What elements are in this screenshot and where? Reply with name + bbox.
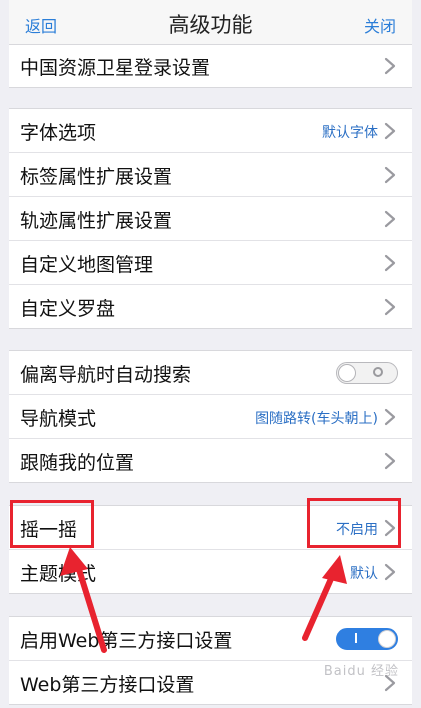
row-label: 自定义地图管理 (20, 254, 154, 276)
navigation-bar: 返回 高级功能 关闭 (9, 0, 412, 45)
web-api-toggle[interactable] (336, 628, 398, 650)
row-value: 图随路转(车头朝上) (255, 411, 378, 427)
row-navigation-mode[interactable]: 导航模式 图随路转(车头朝上) (9, 395, 412, 439)
watermark: Baidu 经验 (323, 664, 399, 679)
toggle-knob (378, 630, 396, 648)
screen: 返回 高级功能 关闭 中国资源卫星登录设置 字体选项 默认字体 标签属性扩展设置… (0, 0, 421, 708)
row-track-attributes[interactable]: 轨迹属性扩展设置 (9, 197, 412, 241)
page-title: 高级功能 (168, 13, 253, 37)
chevron-right-icon (384, 298, 396, 316)
row-font-options[interactable]: 字体选项 默认字体 (9, 109, 412, 153)
auto-search-toggle[interactable] (336, 362, 398, 384)
row-auto-search: 偏离导航时自动搜索 (9, 351, 412, 395)
row-enable-web-api: 启用Web第三方接口设置 (9, 617, 412, 661)
row-label: 主题模式 (20, 563, 97, 585)
toggle-knob (338, 364, 356, 382)
chevron-right-icon (384, 408, 396, 426)
close-button[interactable]: 关闭 (364, 13, 396, 37)
row-label: 偏离导航时自动搜索 (20, 364, 192, 386)
chevron-right-icon (384, 563, 396, 581)
row-custom-map[interactable]: 自定义地图管理 (9, 241, 412, 285)
row-theme-mode[interactable]: 主题模式 默认 (9, 550, 412, 593)
row-value: 默认字体 (322, 125, 378, 141)
row-satellite-login[interactable]: 中国资源卫星登录设置 (9, 45, 412, 87)
highlight-box-shake-value (307, 498, 401, 548)
row-label: 跟随我的位置 (20, 452, 135, 474)
chevron-right-icon (384, 57, 396, 75)
toggle-on-icon (355, 633, 357, 643)
row-label: 轨迹属性扩展设置 (20, 210, 173, 232)
highlight-box-shake-label (10, 500, 94, 548)
row-label: 导航模式 (20, 408, 97, 430)
row-custom-compass[interactable]: 自定义罗盘 (9, 285, 412, 328)
chevron-right-icon (384, 452, 396, 470)
settings-group-display: 字体选项 默认字体 标签属性扩展设置 轨迹属性扩展设置 自定义地图管理 自定义罗… (9, 108, 412, 329)
row-label: 标签属性扩展设置 (20, 166, 173, 188)
row-label: 启用Web第三方接口设置 (20, 630, 233, 652)
row-label-attributes[interactable]: 标签属性扩展设置 (9, 153, 412, 197)
toggle-off-icon (373, 367, 383, 377)
chevron-right-icon (384, 122, 396, 140)
row-value: 默认 (350, 566, 378, 582)
settings-group-navigation: 偏离导航时自动搜索 导航模式 图随路转(车头朝上) 跟随我的位置 (9, 350, 412, 483)
chevron-right-icon (384, 254, 396, 272)
settings-group-satellite: 中国资源卫星登录设置 (9, 44, 412, 88)
row-label: 自定义罗盘 (20, 298, 116, 320)
row-label: 中国资源卫星登录设置 (20, 57, 211, 79)
row-follow-location[interactable]: 跟随我的位置 (9, 439, 412, 482)
chevron-right-icon (384, 210, 396, 228)
row-label: Web第三方接口设置 (20, 674, 195, 696)
row-label: 字体选项 (20, 122, 97, 144)
chevron-right-icon (384, 166, 396, 184)
